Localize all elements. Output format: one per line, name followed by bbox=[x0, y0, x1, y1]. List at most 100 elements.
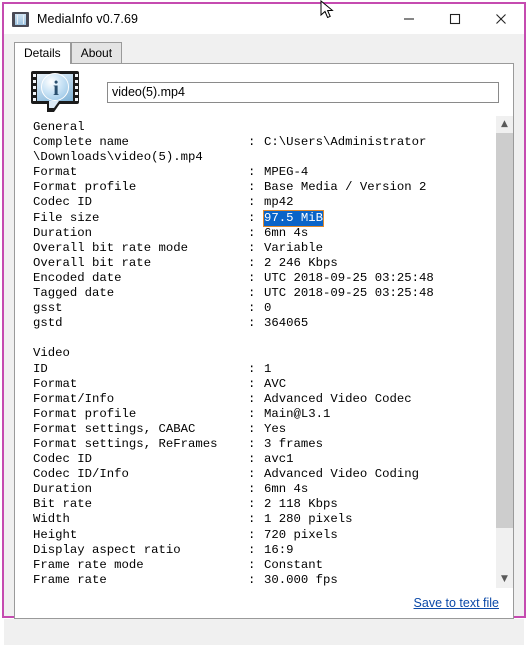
info-row-separator: : bbox=[248, 557, 256, 572]
info-row-value[interactable]: UTC 2018-09-25 03:25:48 bbox=[264, 271, 434, 286]
info-row[interactable]: Format/Info: Advanced Video Codec bbox=[33, 392, 495, 407]
logo-letter: i bbox=[53, 75, 59, 100]
info-row[interactable]: Format profile: Main@L3.1 bbox=[33, 407, 495, 422]
maximize-button[interactable] bbox=[432, 4, 478, 34]
info-blank-line bbox=[33, 331, 495, 346]
scroll-down-button[interactable]: ▼ bbox=[496, 570, 513, 588]
info-row-key: Format bbox=[33, 165, 78, 180]
info-row-key: File size bbox=[33, 210, 100, 225]
info-row-key: Duration bbox=[33, 482, 93, 497]
info-row-key: Format profile bbox=[33, 406, 137, 421]
info-row-separator: : bbox=[248, 391, 256, 406]
info-row-value[interactable]: Constant bbox=[264, 558, 323, 573]
info-row[interactable]: \Downloads\video(5).mp4 bbox=[33, 150, 495, 165]
info-row-value[interactable]: UTC 2018-09-25 03:25:48 bbox=[264, 286, 434, 301]
info-row-separator: : bbox=[248, 316, 256, 331]
info-row-value[interactable]: 2 118 Kbps bbox=[264, 497, 338, 512]
info-row-value[interactable]: Advanced Video Coding bbox=[264, 467, 419, 482]
info-row-value[interactable]: 0 bbox=[264, 301, 271, 316]
info-row-value[interactable]: avc1 bbox=[264, 452, 294, 467]
tab-about[interactable]: About bbox=[70, 42, 123, 63]
media-info-text[interactable]: General Complete name: C:\Users\Administra… bbox=[15, 116, 495, 588]
info-row[interactable]: gsst:0 bbox=[33, 301, 495, 316]
window-controls bbox=[386, 4, 524, 34]
info-row[interactable]: Display aspect ratio:16:9 bbox=[33, 543, 495, 558]
info-row[interactable]: Format profile: Base Media / Version 2 bbox=[33, 180, 495, 195]
info-row-separator: : bbox=[248, 436, 256, 451]
info-row[interactable]: ID:1 bbox=[33, 362, 495, 377]
close-button[interactable] bbox=[478, 4, 524, 34]
info-row[interactable]: Width:1 280 pixels bbox=[33, 512, 495, 527]
info-row[interactable]: Tagged date: UTC 2018-09-25 03:25:48 bbox=[33, 286, 495, 301]
info-row-separator: : bbox=[248, 361, 256, 376]
info-row-value-selected[interactable]: 97.5 MiB bbox=[262, 209, 325, 227]
info-row-key: gstd bbox=[33, 316, 63, 331]
info-row-value[interactable]: Variable bbox=[264, 241, 323, 256]
scroll-up-button[interactable]: ▲ bbox=[496, 116, 513, 133]
info-row-value[interactable]: mp42 bbox=[264, 195, 294, 210]
tab-details[interactable]: Details bbox=[14, 42, 71, 64]
info-row[interactable]: Format: AVC bbox=[33, 377, 495, 392]
info-row-value[interactable]: 30.000 fps bbox=[264, 573, 338, 588]
info-row-key: Frame rate mode bbox=[33, 557, 144, 572]
filename-input[interactable] bbox=[107, 81, 499, 103]
save-to-text-file-link[interactable]: Save to text file bbox=[414, 596, 499, 610]
info-row-value[interactable]: C:\Users\Administrator bbox=[264, 135, 426, 150]
info-row[interactable]: Duration:6mn 4s bbox=[33, 226, 495, 241]
info-row-key: gsst bbox=[33, 301, 63, 316]
info-row-value[interactable]: Advanced Video Codec bbox=[264, 392, 412, 407]
info-row-separator: : bbox=[248, 195, 256, 210]
info-row-separator: : bbox=[248, 512, 256, 527]
info-row[interactable]: Frame rate:30.000 fps bbox=[33, 573, 495, 588]
info-row-separator: : bbox=[248, 482, 256, 497]
info-row-value[interactable]: 2 246 Kbps bbox=[264, 256, 338, 271]
info-row-value[interactable]: 16:9 bbox=[264, 543, 294, 558]
info-row[interactable]: Overall bit rate mode: Variable bbox=[33, 241, 495, 256]
info-row-value[interactable]: AVC bbox=[264, 377, 286, 392]
info-row[interactable]: Codec ID: mp42 bbox=[33, 195, 495, 210]
vertical-scrollbar[interactable]: ▲ ▼ bbox=[495, 116, 513, 588]
info-row-key: Frame rate bbox=[33, 572, 107, 587]
info-row-value[interactable]: 6mn 4s bbox=[264, 226, 308, 241]
info-row[interactable]: Overall bit rate:2 246 Kbps bbox=[33, 256, 495, 271]
info-row-separator: : bbox=[248, 406, 256, 421]
info-row[interactable]: File size:97.5 MiB bbox=[33, 209, 495, 227]
info-row[interactable]: Codec ID: avc1 bbox=[33, 452, 495, 467]
info-row[interactable]: gstd:364065 bbox=[33, 316, 495, 331]
info-row-value[interactable]: 1 bbox=[264, 362, 271, 377]
scrollbar-thumb[interactable] bbox=[496, 133, 513, 528]
info-row[interactable]: Format settings, ReFrames:3 frames bbox=[33, 437, 495, 452]
info-row-separator: : bbox=[248, 527, 256, 542]
scrollbar-track[interactable] bbox=[496, 133, 513, 571]
info-row[interactable]: Bit rate:2 118 Kbps bbox=[33, 497, 495, 512]
info-row-value[interactable]: Yes bbox=[264, 422, 286, 437]
info-row-value[interactable]: 720 pixels bbox=[264, 528, 338, 543]
info-row[interactable]: Codec ID/Info: Advanced Video Coding bbox=[33, 467, 495, 482]
info-row-separator: : bbox=[248, 165, 256, 180]
info-section-header: Video bbox=[33, 346, 70, 361]
info-row-value[interactable]: 3 frames bbox=[264, 437, 323, 452]
info-row-value[interactable]: 1 280 pixels bbox=[264, 512, 353, 527]
info-row[interactable]: Duration:6mn 4s bbox=[33, 482, 495, 497]
window-bottom-padding bbox=[4, 618, 524, 645]
info-row-value[interactable]: Main@L3.1 bbox=[264, 407, 330, 422]
info-row-value[interactable]: Base Media / Version 2 bbox=[264, 180, 426, 195]
minimize-button[interactable] bbox=[386, 4, 432, 34]
info-row[interactable]: Format: MPEG-4 bbox=[33, 165, 495, 180]
info-text-area: General Complete name: C:\Users\Administra… bbox=[15, 116, 513, 588]
info-row[interactable]: Format settings, CABAC: Yes bbox=[33, 422, 495, 437]
info-row-key: Codec ID/Info bbox=[33, 467, 129, 482]
mediainfo-window: MediaInfo v0.7.69 Details About i video(… bbox=[2, 0, 526, 645]
info-row[interactable]: Complete name: C:\Users\Administrator bbox=[33, 135, 495, 150]
info-row[interactable]: Frame rate mode: Constant bbox=[33, 558, 495, 573]
info-row[interactable]: Height:720 pixels bbox=[33, 528, 495, 543]
info-row-value[interactable]: MPEG-4 bbox=[264, 165, 308, 180]
info-row-separator: : bbox=[248, 255, 256, 270]
info-row[interactable]: Encoded date: UTC 2018-09-25 03:25:48 bbox=[33, 271, 495, 286]
info-row-separator: : bbox=[248, 467, 256, 482]
tab-strip: Details About bbox=[4, 41, 524, 64]
info-row-value[interactable]: 6mn 4s bbox=[264, 482, 308, 497]
info-row-value[interactable]: 364065 bbox=[264, 316, 308, 331]
info-row-key: Duration bbox=[33, 225, 93, 240]
window-title: MediaInfo v0.7.69 bbox=[37, 12, 139, 26]
